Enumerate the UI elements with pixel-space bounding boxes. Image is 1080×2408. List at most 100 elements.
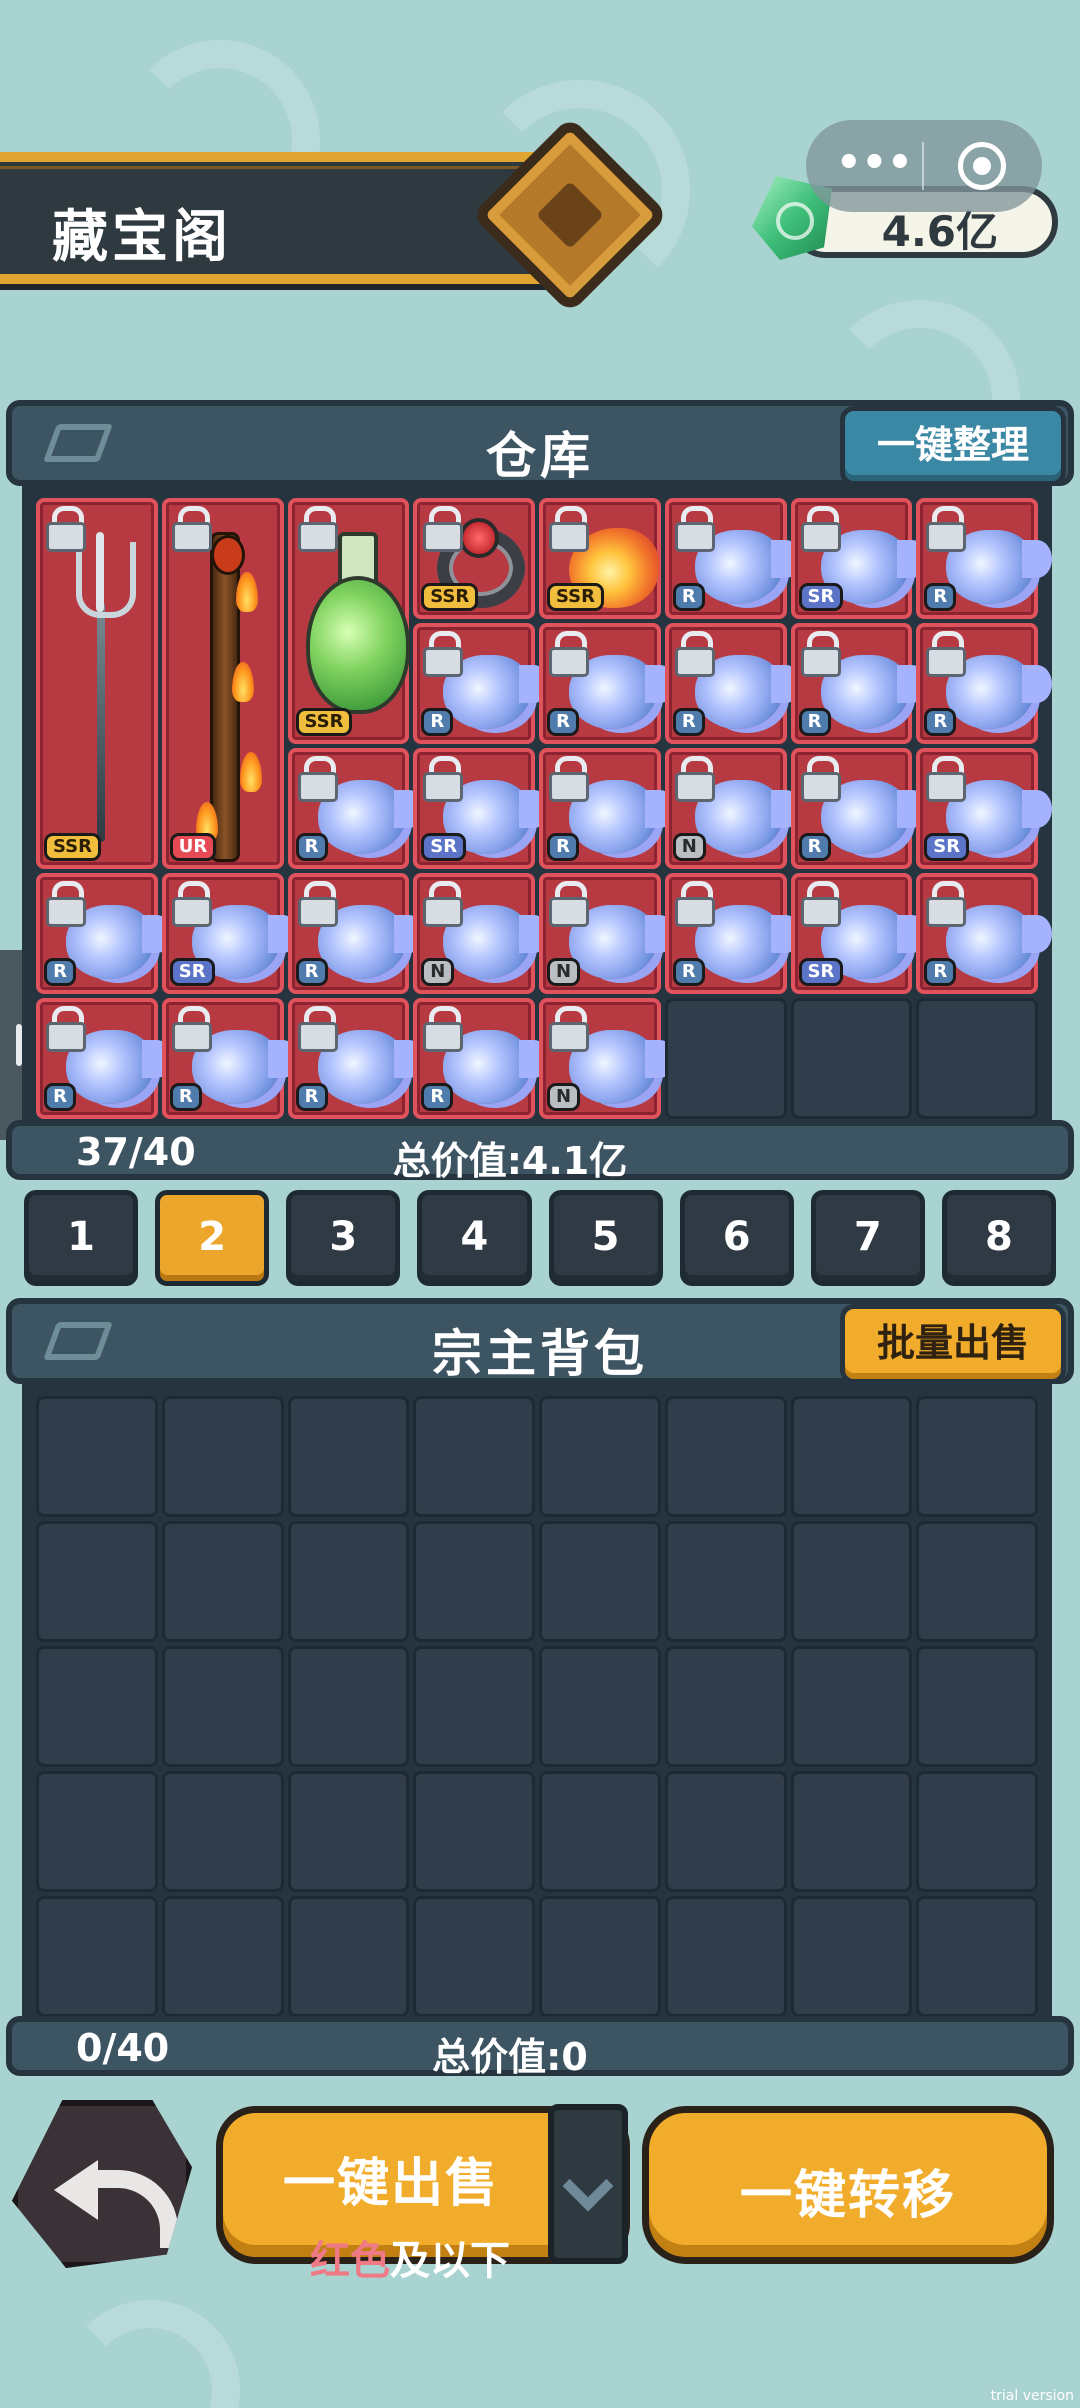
empty-slot[interactable] [539, 1771, 661, 1892]
empty-slot[interactable] [413, 1521, 535, 1642]
lock-icon [673, 881, 715, 927]
warehouse-item[interactable]: SSR [36, 498, 158, 869]
empty-slot[interactable] [413, 1896, 535, 2017]
rarity-badge: R [924, 958, 957, 986]
empty-slot[interactable] [664, 1771, 787, 1892]
page-tab-4[interactable]: 4 [417, 1190, 532, 1286]
back-button[interactable] [12, 2100, 192, 2268]
empty-slot[interactable] [287, 1646, 410, 1767]
empty-slot[interactable] [664, 998, 787, 1119]
empty-slot[interactable] [790, 1771, 913, 1892]
warehouse-item[interactable]: SR [161, 873, 298, 994]
empty-slot[interactable] [916, 998, 1038, 1119]
warehouse-item[interactable]: R [413, 623, 550, 744]
empty-slot[interactable] [916, 1396, 1038, 1517]
warehouse-item[interactable]: R [161, 998, 298, 1119]
page-tab-8[interactable]: 8 [941, 1190, 1056, 1286]
empty-slot[interactable] [790, 1396, 913, 1517]
empty-slot[interactable] [36, 1646, 158, 1767]
warehouse-item[interactable]: R [790, 748, 927, 869]
empty-slot[interactable] [539, 1521, 661, 1642]
more-icon[interactable]: ••• [836, 143, 913, 186]
bulk-sell-button[interactable]: 批量出售 [840, 1304, 1066, 1384]
empty-slot[interactable] [161, 1896, 284, 2017]
warehouse-item[interactable]: R [664, 873, 801, 994]
warehouse-item[interactable]: R [287, 873, 424, 994]
empty-slot[interactable] [916, 1521, 1038, 1642]
warehouse-item[interactable]: R [36, 873, 172, 994]
warehouse-item[interactable]: R [36, 998, 172, 1119]
warehouse-item[interactable]: SR [790, 498, 927, 619]
lock-icon [44, 1006, 86, 1052]
warehouse-item[interactable]: R [790, 623, 927, 744]
warehouse-item[interactable]: UR [161, 498, 284, 869]
empty-slot[interactable] [36, 1896, 158, 2017]
empty-slot[interactable] [664, 1646, 787, 1767]
empty-slot[interactable] [36, 1521, 158, 1642]
sort-button[interactable]: 一键整理 [840, 406, 1066, 486]
warehouse-item[interactable]: R [287, 748, 424, 869]
page-tab-6[interactable]: 6 [679, 1190, 794, 1286]
warehouse-item[interactable]: SR [413, 748, 550, 869]
empty-slot[interactable] [664, 1396, 787, 1517]
warehouse-item[interactable]: SR [790, 873, 927, 994]
warehouse-item[interactable]: SSR [539, 498, 661, 619]
page-tab-1[interactable]: 1 [24, 1190, 139, 1286]
warehouse-item[interactable]: SSR [287, 498, 410, 744]
close-target-icon[interactable] [958, 142, 1006, 190]
lock-icon [799, 881, 841, 927]
empty-slot[interactable] [161, 1521, 284, 1642]
warehouse-item[interactable]: R [916, 873, 1053, 994]
warehouse-item[interactable]: SSR [413, 498, 535, 619]
empty-slot[interactable] [287, 1521, 410, 1642]
empty-slot[interactable] [790, 1896, 913, 2017]
transfer-all-button[interactable]: 一键转移 [642, 2106, 1054, 2264]
warehouse-item[interactable]: R [664, 498, 801, 619]
sell-filter-dropdown[interactable] [548, 2104, 628, 2264]
warehouse-item[interactable]: SR [916, 748, 1053, 869]
empty-slot[interactable] [413, 1396, 535, 1517]
empty-slot[interactable] [413, 1771, 535, 1892]
warehouse-item[interactable]: N [413, 873, 550, 994]
page-tab-5[interactable]: 5 [548, 1190, 663, 1286]
warehouse-item[interactable]: N [664, 748, 801, 869]
empty-slot[interactable] [664, 1896, 787, 2017]
rarity-badge: R [672, 583, 705, 611]
trident-icon [76, 532, 136, 852]
page-tabs: 12345678 [24, 1190, 1056, 1290]
empty-slot[interactable] [36, 1771, 158, 1892]
warehouse-item[interactable]: R [664, 623, 801, 744]
warehouse-item[interactable]: R [287, 998, 424, 1119]
empty-slot[interactable] [916, 1646, 1038, 1767]
warehouse-item[interactable]: R [413, 998, 550, 1119]
warehouse-item[interactable]: R [539, 623, 675, 744]
empty-slot[interactable] [287, 1896, 410, 2017]
warehouse-item[interactable]: N [539, 998, 675, 1119]
warehouse-item[interactable]: N [539, 873, 675, 994]
rarity-badge: R [295, 1083, 328, 1111]
warehouse-item[interactable]: R [539, 748, 675, 869]
empty-slot[interactable] [539, 1896, 661, 2017]
page-tab-7[interactable]: 7 [810, 1190, 925, 1286]
empty-slot[interactable] [539, 1646, 661, 1767]
warehouse-item[interactable]: R [916, 498, 1053, 619]
empty-slot[interactable] [916, 1896, 1038, 2017]
empty-slot[interactable] [161, 1771, 284, 1892]
page-tab-3[interactable]: 3 [286, 1190, 401, 1286]
empty-slot[interactable] [790, 998, 913, 1119]
empty-slot[interactable] [790, 1521, 913, 1642]
empty-slot[interactable] [287, 1771, 410, 1892]
empty-slot[interactable] [161, 1396, 284, 1517]
empty-slot[interactable] [916, 1771, 1038, 1892]
back-arrow-icon [54, 2150, 178, 2248]
empty-slot[interactable] [539, 1396, 661, 1517]
empty-slot[interactable] [790, 1646, 913, 1767]
empty-slot[interactable] [413, 1646, 535, 1767]
page-tab-2[interactable]: 2 [155, 1190, 270, 1286]
empty-slot[interactable] [287, 1396, 410, 1517]
empty-slot[interactable] [664, 1521, 787, 1642]
lock-icon [44, 881, 86, 927]
empty-slot[interactable] [36, 1396, 158, 1517]
empty-slot[interactable] [161, 1646, 284, 1767]
warehouse-item[interactable]: R [916, 623, 1053, 744]
